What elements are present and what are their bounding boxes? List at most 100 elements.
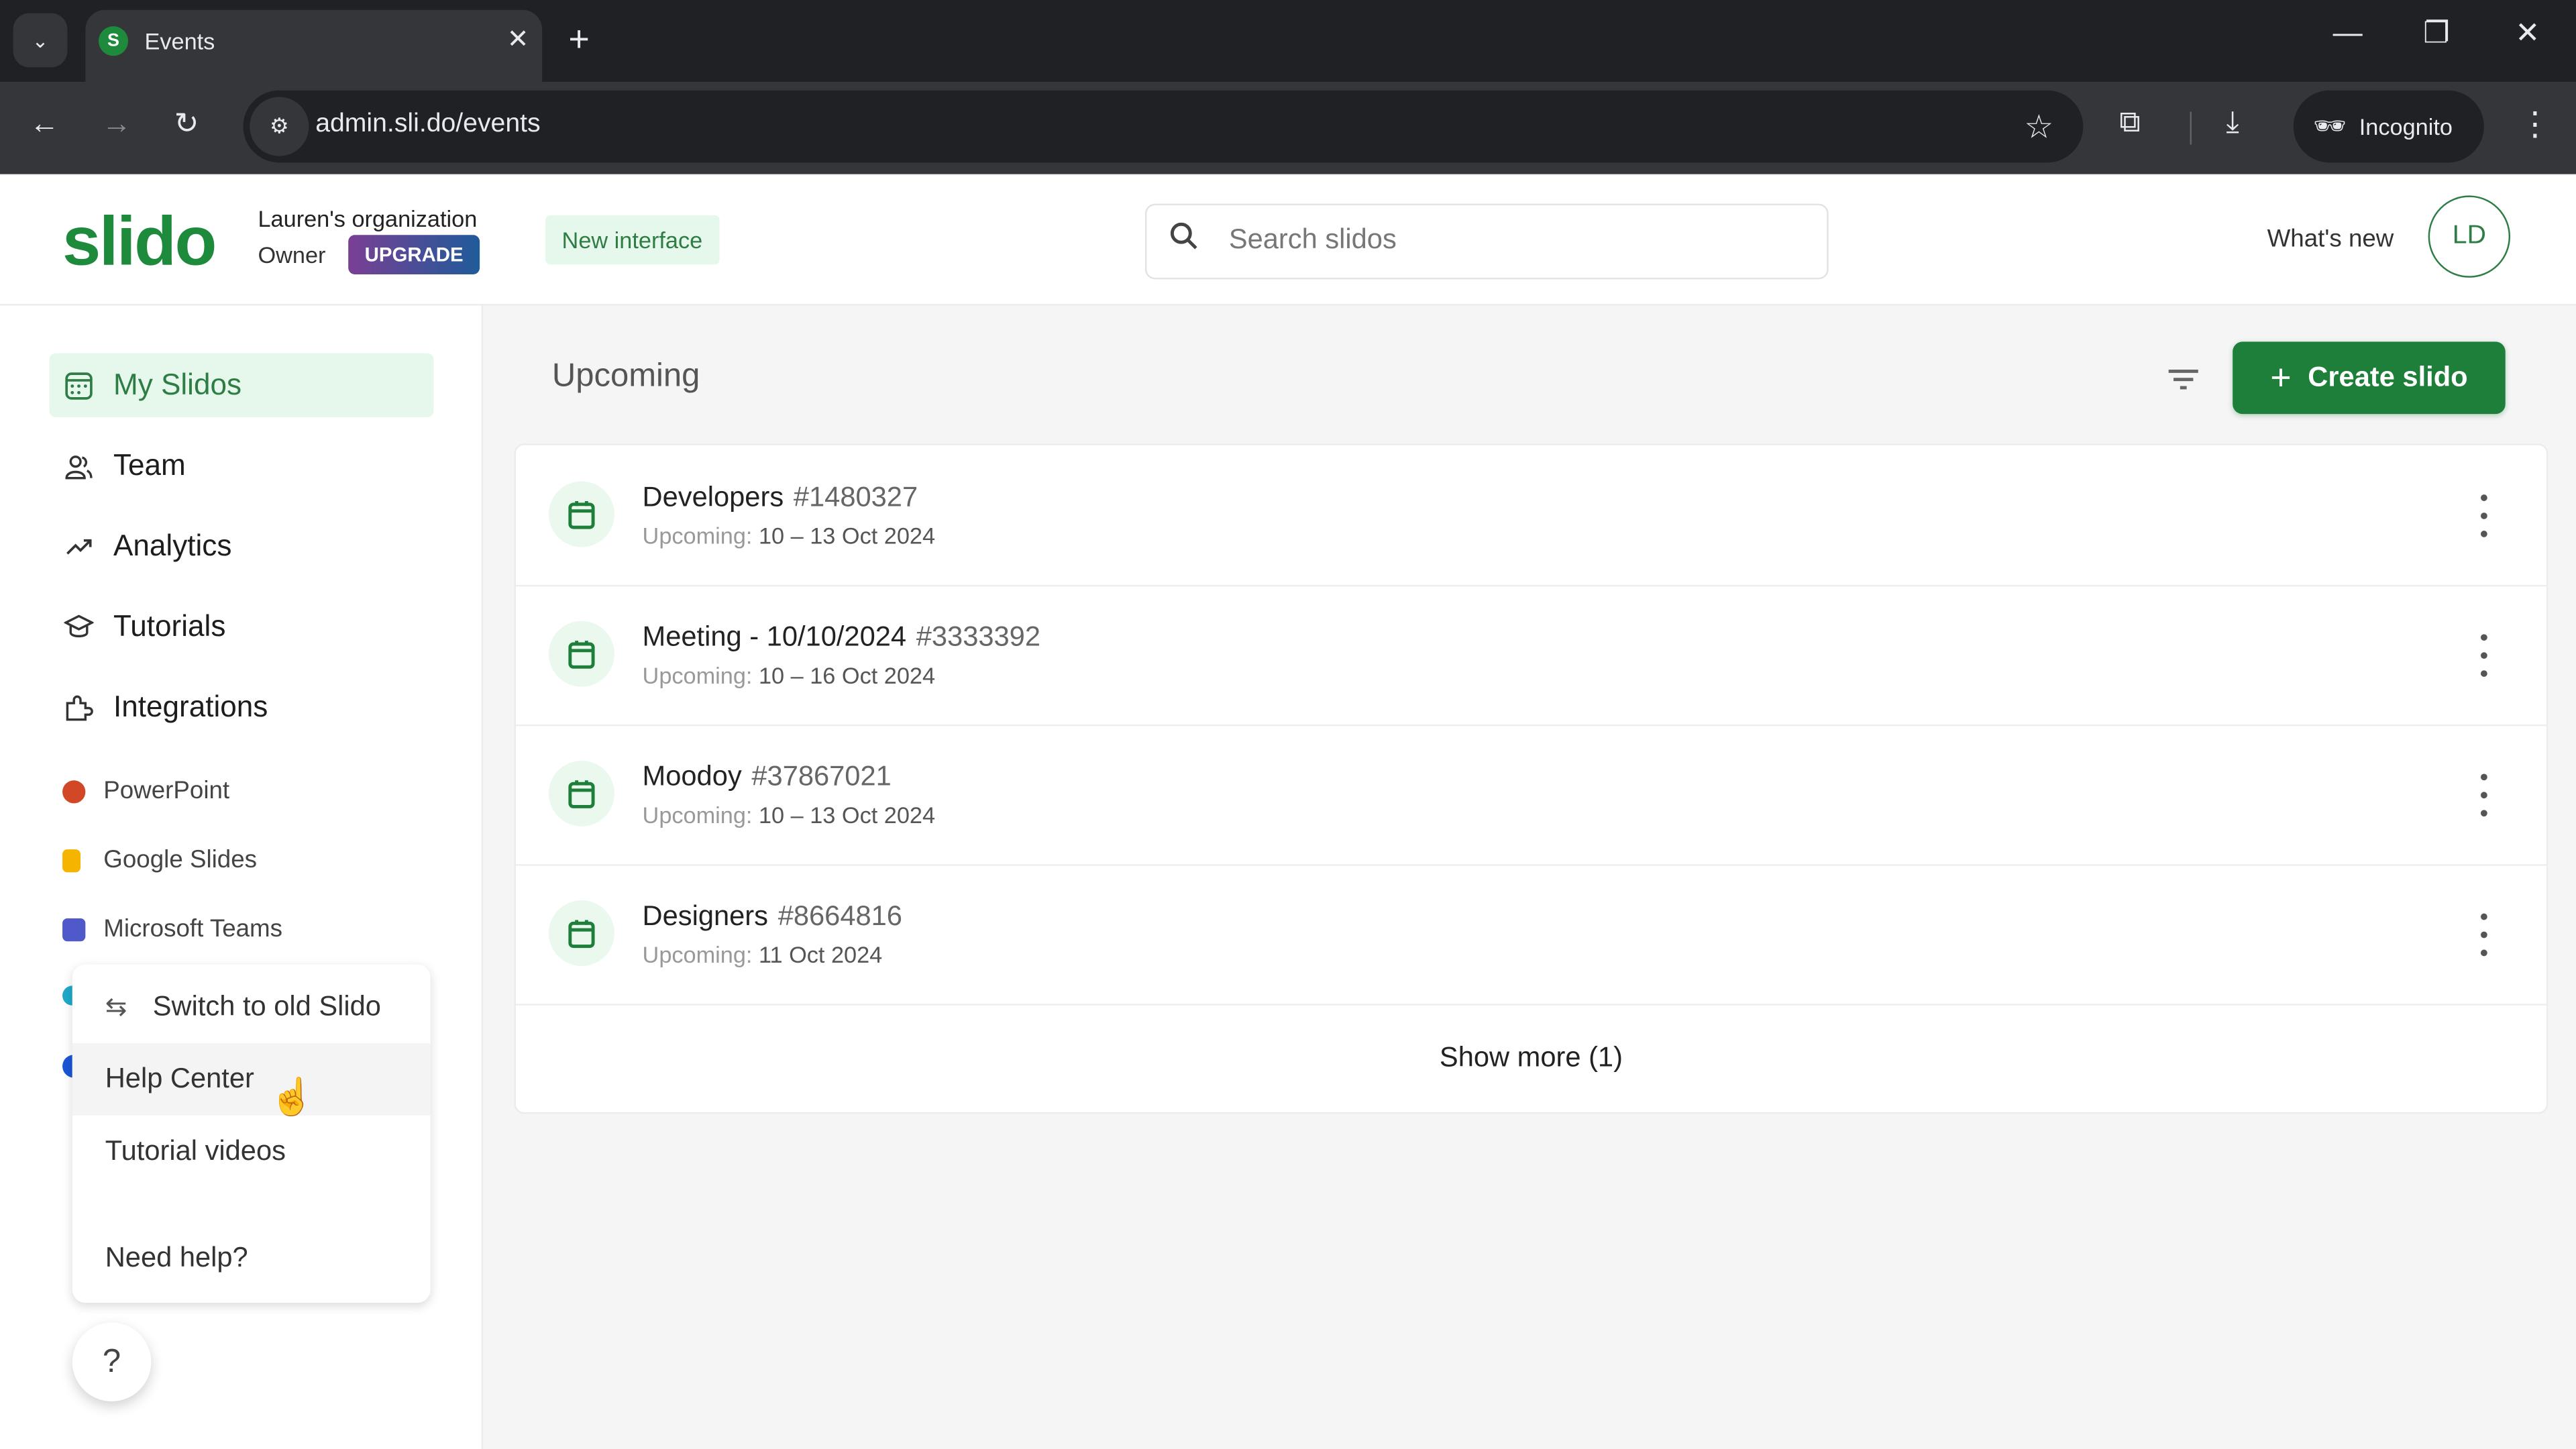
google-slides-icon xyxy=(62,848,81,872)
calendar-icon xyxy=(548,621,614,687)
site-info-icon[interactable]: ⚙ xyxy=(250,97,309,156)
sidebar-item-label: My Slidos xyxy=(113,368,242,401)
sidebar-item-tutorials[interactable]: Tutorials xyxy=(49,595,433,659)
hand-pointer-cursor-icon: ☝ xyxy=(269,1076,315,1118)
event-date: Upcoming: 10 – 16 Oct 2024 xyxy=(643,662,935,688)
search-box[interactable] xyxy=(1144,203,1829,280)
incognito-indicator[interactable]: 🕶 Incognito xyxy=(2293,90,2484,163)
browser-menu-icon[interactable]: ⋮ xyxy=(2518,109,2551,142)
search-input[interactable] xyxy=(1225,221,1791,258)
extensions-icon[interactable]: ⧉ xyxy=(2119,105,2140,140)
integration-label: Google Slides xyxy=(103,846,258,874)
sidebar-item-label: Analytics xyxy=(113,529,232,562)
filter-icon[interactable] xyxy=(2165,365,2202,394)
event-date-range: 10 – 13 Oct 2024 xyxy=(758,522,936,549)
graduation-cap-icon xyxy=(62,612,95,641)
event-date-range: 10 – 13 Oct 2024 xyxy=(758,802,936,828)
menu-item-label: Tutorial videos xyxy=(105,1135,286,1167)
menu-item-need-help[interactable]: Need help? xyxy=(72,1222,431,1295)
question-mark-icon: ? xyxy=(102,1343,121,1379)
event-name[interactable]: Designers #8664816 xyxy=(643,900,902,933)
events-list: Developers #1480327 Upcoming: 10 – 13 Oct… xyxy=(514,443,2548,1114)
event-status: Upcoming: xyxy=(642,941,753,968)
create-slido-button[interactable]: + Create slido xyxy=(2233,341,2506,415)
tab-close-icon[interactable]: ✕ xyxy=(507,23,529,56)
calendar-icon xyxy=(548,760,614,826)
powerpoint-icon xyxy=(62,780,86,803)
event-name[interactable]: Moodoy #37867021 xyxy=(643,761,892,794)
sidebar-item-analytics[interactable]: Analytics xyxy=(49,515,433,579)
event-row[interactable]: Moodoy #37867021 Upcoming: 10 – 13 Oct 20… xyxy=(515,724,2546,866)
help-button[interactable]: ? xyxy=(72,1322,152,1401)
calendar-icon xyxy=(548,900,614,967)
event-code: #37867021 xyxy=(751,760,892,792)
sidebar-item-label: Integrations xyxy=(113,690,268,723)
menu-item-help-center[interactable]: Help Center xyxy=(72,1043,431,1116)
plus-icon: + xyxy=(2270,356,2292,398)
menu-item-label: Need help? xyxy=(105,1242,248,1273)
menu-item-tutorial-videos[interactable]: Tutorial videos xyxy=(72,1116,431,1188)
tab-title: Events xyxy=(144,28,215,54)
integration-powerpoint[interactable]: PowerPoint xyxy=(62,777,229,805)
more-options-icon[interactable] xyxy=(2467,773,2500,817)
event-title: Meeting - 10/10/2024 xyxy=(642,621,907,653)
event-name[interactable]: Developers #1480327 xyxy=(643,482,918,515)
more-options-icon[interactable] xyxy=(2467,913,2500,957)
create-slido-label: Create slido xyxy=(2308,361,2468,393)
incognito-label: Incognito xyxy=(2359,113,2453,140)
sidebar-item-my-slidos[interactable]: My Slidos xyxy=(49,353,434,418)
event-status: Upcoming: xyxy=(642,802,753,828)
event-date: Upcoming: 11 Oct 2024 xyxy=(643,941,883,967)
show-more-button[interactable]: Show more (1) xyxy=(516,1004,2546,1112)
browser-toolbar: ← → ↻ ⚙ admin.sli.do/events ☆ ⧉ ⤓ 🕶 Inco… xyxy=(0,82,2576,174)
more-options-icon[interactable] xyxy=(2467,634,2500,677)
new-tab-icon[interactable]: + xyxy=(568,18,589,61)
avatar[interactable]: LD xyxy=(2428,195,2511,278)
event-title: Designers xyxy=(642,900,769,932)
bookmark-star-icon[interactable]: ☆ xyxy=(2024,107,2053,148)
screen: ⌄ S Events ✕ + — ❐ ✕ ← → ↻ ⚙ admin.sli.d… xyxy=(0,0,2576,1449)
team-icon xyxy=(62,451,95,480)
tab-list-button[interactable]: ⌄ xyxy=(13,13,68,68)
whats-new-link[interactable]: What's new xyxy=(2267,225,2394,254)
new-interface-badge[interactable]: New interface xyxy=(545,215,719,265)
event-row[interactable]: Meeting - 10/10/2024 #3333392 Upcoming: 1… xyxy=(515,585,2546,727)
sidebar-item-team[interactable]: Team xyxy=(49,434,433,498)
restore-icon[interactable]: ❐ xyxy=(2423,16,2450,50)
organization-name: Lauren's organization xyxy=(258,205,478,232)
window-close-icon[interactable]: ✕ xyxy=(2515,16,2540,50)
sidebar-item-integrations[interactable]: Integrations xyxy=(49,676,433,740)
upgrade-button[interactable]: UPGRADE xyxy=(348,235,480,274)
reload-icon[interactable]: ↻ xyxy=(174,107,199,141)
more-options-icon[interactable] xyxy=(2467,494,2500,537)
browser-tab-bar: ⌄ S Events ✕ + — ❐ ✕ xyxy=(0,0,2576,83)
calendar-grid-icon xyxy=(62,370,95,400)
url-text[interactable]: admin.sli.do/events xyxy=(315,110,540,140)
event-row[interactable]: Developers #1480327 Upcoming: 10 – 13 Oct… xyxy=(515,445,2546,587)
browser-tab-events[interactable]: S Events ✕ xyxy=(85,9,543,83)
user-role: Owner xyxy=(258,241,326,268)
slido-logo[interactable]: slido xyxy=(62,202,217,281)
search-icon xyxy=(1170,222,1199,260)
trend-icon xyxy=(62,531,95,561)
event-row[interactable]: Designers #8664816 Upcoming: 11 Oct 2024 xyxy=(515,864,2546,1006)
download-icon[interactable]: ⤓ xyxy=(2226,105,2239,140)
minimize-icon[interactable]: — xyxy=(2333,16,2363,50)
menu-item-switch-old-slido[interactable]: ⇆ Switch to old Slido xyxy=(72,971,431,1043)
event-code: #8664816 xyxy=(777,900,902,932)
back-icon[interactable]: ← xyxy=(30,107,59,141)
forward-icon[interactable]: → xyxy=(102,107,131,141)
calendar-icon xyxy=(548,481,614,547)
chevron-down-icon: ⌄ xyxy=(32,28,49,52)
incognito-icon: 🕶 xyxy=(2313,113,2347,142)
integration-microsoft-teams[interactable]: Microsoft Teams xyxy=(62,915,282,943)
address-bar[interactable]: ⚙ admin.sli.do/events ☆ xyxy=(243,90,2084,163)
microsoft-teams-icon xyxy=(62,917,86,941)
puzzle-icon xyxy=(62,692,95,722)
event-date: Upcoming: 10 – 13 Oct 2024 xyxy=(643,523,935,549)
event-name[interactable]: Meeting - 10/10/2024 #3333392 xyxy=(643,621,1040,654)
toolbar-divider xyxy=(2190,111,2192,145)
sidebar-item-label: Tutorials xyxy=(113,609,226,643)
integration-google-slides[interactable]: Google Slides xyxy=(62,846,257,874)
event-date: Upcoming: 10 – 13 Oct 2024 xyxy=(643,802,935,828)
